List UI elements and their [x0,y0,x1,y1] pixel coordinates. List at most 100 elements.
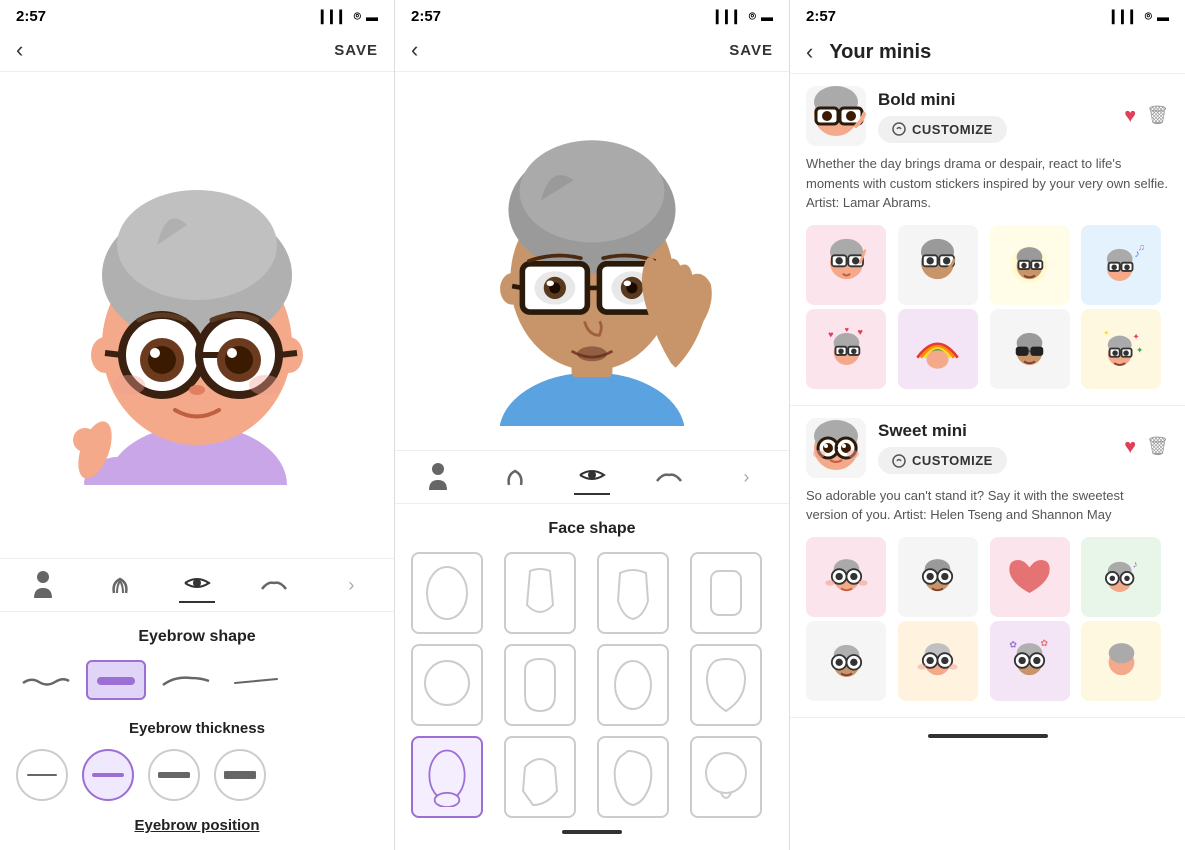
sweet-sticker-5[interactable] [806,621,886,701]
home-indicator [928,734,1048,738]
battery-icon-1: ▬ [366,10,378,24]
avatar-area-1 [0,72,394,558]
sweet-mini-trash[interactable]: 🗑 [1146,436,1169,457]
tool-hair-1[interactable] [102,567,138,603]
panel-3-content: Bold mini CUSTOMIZE ♥ 🗑 Whether the day … [790,74,1185,850]
face-opt-12[interactable] [690,736,762,818]
status-icons-2: ▎▎▎ ⌾ ▬ [716,9,773,24]
sweet-mini-name: Sweet mini [878,421,1116,441]
wifi-icon-3: ⌾ [1145,9,1152,24]
bottom-toolbar-2: › [395,450,789,504]
thickness-opt-3[interactable] [148,749,200,801]
svg-text:✦: ✦ [1103,329,1109,338]
wifi-icon-1: ⌾ [354,9,361,24]
sweet-sticker-1[interactable] [806,537,886,617]
bottom-toolbar-1: › [0,558,394,612]
eyebrow-opt-4[interactable] [226,660,286,700]
thickness-title: Eyebrow thickness [16,720,378,737]
svg-text:♥: ♥ [857,327,862,337]
face-section: Face shape [395,504,789,850]
bold-mini-trash[interactable]: 🗑 [1146,105,1169,126]
thickness-opt-4[interactable] [214,749,266,801]
tool-body-2[interactable] [420,459,456,495]
bold-customize-button[interactable]: CUSTOMIZE [878,116,1007,143]
bold-mini-heart[interactable]: ♥ [1124,105,1136,128]
sweet-sticker-6[interactable] [898,621,978,701]
tool-eyebrow-2[interactable] [651,459,687,495]
thickness-opt-1[interactable] [16,749,68,801]
status-bar-1: 2:57 ▎▎▎ ⌾ ▬ [0,0,394,29]
avatar-area-2 [395,72,789,450]
battery-icon-2: ▬ [761,10,773,24]
save-button-2[interactable]: SAVE [729,42,773,59]
sweet-sticker-grid-2: ✿✿ [806,621,1169,701]
tool-eye-2[interactable] [574,459,610,495]
tool-body-1[interactable] [25,567,61,603]
thickness-opt-2[interactable] [82,749,134,801]
your-minis-back-button[interactable]: ‹ [806,39,813,65]
bold-sticker-6[interactable] [898,309,978,389]
face-opt-6[interactable] [504,644,576,726]
time-3: 2:57 [806,8,836,25]
status-bar-3: 2:57 ▎▎▎ ⌾ ▬ [790,0,1185,29]
signal-icon-3: ▎▎▎ [1112,10,1140,24]
bold-sticker-4[interactable]: ♪♫ [1081,225,1161,305]
svg-text:♥: ♥ [828,330,833,340]
eyebrow-opt-2[interactable] [86,660,146,700]
face-opt-3[interactable] [597,552,669,634]
face-opt-4[interactable] [690,552,762,634]
bold-sticker-grid: ♪♫ [806,225,1169,305]
svg-text:✦: ✦ [1136,346,1143,355]
face-opt-2[interactable] [504,552,576,634]
face-opt-11[interactable] [597,736,669,818]
status-icons-3: ▎▎▎ ⌾ ▬ [1112,9,1169,24]
bold-sticker-7[interactable] [990,309,1070,389]
face-opt-5[interactable] [411,644,483,726]
sweet-sticker-3[interactable] [990,537,1070,617]
tool-arrow-1[interactable]: › [333,567,369,603]
eyebrow-opt-1[interactable] [16,660,76,700]
back-button-2[interactable]: ‹ [411,37,418,63]
bold-sticker-8[interactable]: ✦✦✦ [1081,309,1161,389]
face-opt-8[interactable] [690,644,762,726]
battery-icon-3: ▬ [1157,10,1169,24]
sweet-sticker-8[interactable] [1081,621,1161,701]
sweet-mini-info: Sweet mini CUSTOMIZE [878,421,1116,474]
eyebrow-position-title[interactable]: Eyebrow position [16,817,378,834]
face-opt-1[interactable] [411,552,483,634]
thickness-options [16,749,378,801]
signal-icon-1: ▎▎▎ [321,10,349,24]
bold-sticker-3[interactable] [990,225,1070,305]
bold-sticker-5[interactable]: ♥♥♥ [806,309,886,389]
sweet-sticker-2[interactable] [898,537,978,617]
tool-arrow-2[interactable]: › [728,459,764,495]
sweet-mini-heart[interactable]: ♥ [1124,436,1136,459]
bold-mini-avatar [806,86,866,146]
face-shape-title: Face shape [411,520,773,538]
bold-sticker-2[interactable] [898,225,978,305]
face-opt-7[interactable] [597,644,669,726]
panel-1: 2:57 ▎▎▎ ⌾ ▬ ‹ SAVE [0,0,395,850]
tool-eyebrow-1[interactable] [256,567,292,603]
bold-sticker-1[interactable] [806,225,886,305]
tool-eye-1[interactable] [179,567,215,603]
face-opt-9[interactable] [411,736,483,818]
sweet-customize-button[interactable]: CUSTOMIZE [878,447,1007,474]
nav-bar-1: ‹ SAVE [0,29,394,72]
panel-3: 2:57 ▎▎▎ ⌾ ▬ ‹ Your minis [790,0,1185,850]
tool-hair-2[interactable] [497,459,533,495]
eyebrow-options [16,660,378,700]
sweet-mini-desc: So adorable you can't stand it? Say it w… [806,486,1169,525]
sweet-sticker-7[interactable]: ✿✿ [990,621,1070,701]
sweet-sticker-4[interactable]: ♪ [1081,537,1161,617]
save-button-1[interactable]: SAVE [334,42,378,59]
bold-mini-desc: Whether the day brings drama or despair,… [806,154,1169,213]
svg-text:♫: ♫ [1138,242,1145,252]
face-opt-10[interactable] [504,736,576,818]
eyebrow-opt-3[interactable] [156,660,216,700]
svg-text:♪: ♪ [1132,559,1137,570]
back-button-1[interactable]: ‹ [16,37,23,63]
bold-mini-card: Bold mini CUSTOMIZE ♥ 🗑 Whether the day … [790,74,1185,406]
svg-text:✿: ✿ [1041,638,1049,648]
avatar-svg-1 [57,145,337,485]
